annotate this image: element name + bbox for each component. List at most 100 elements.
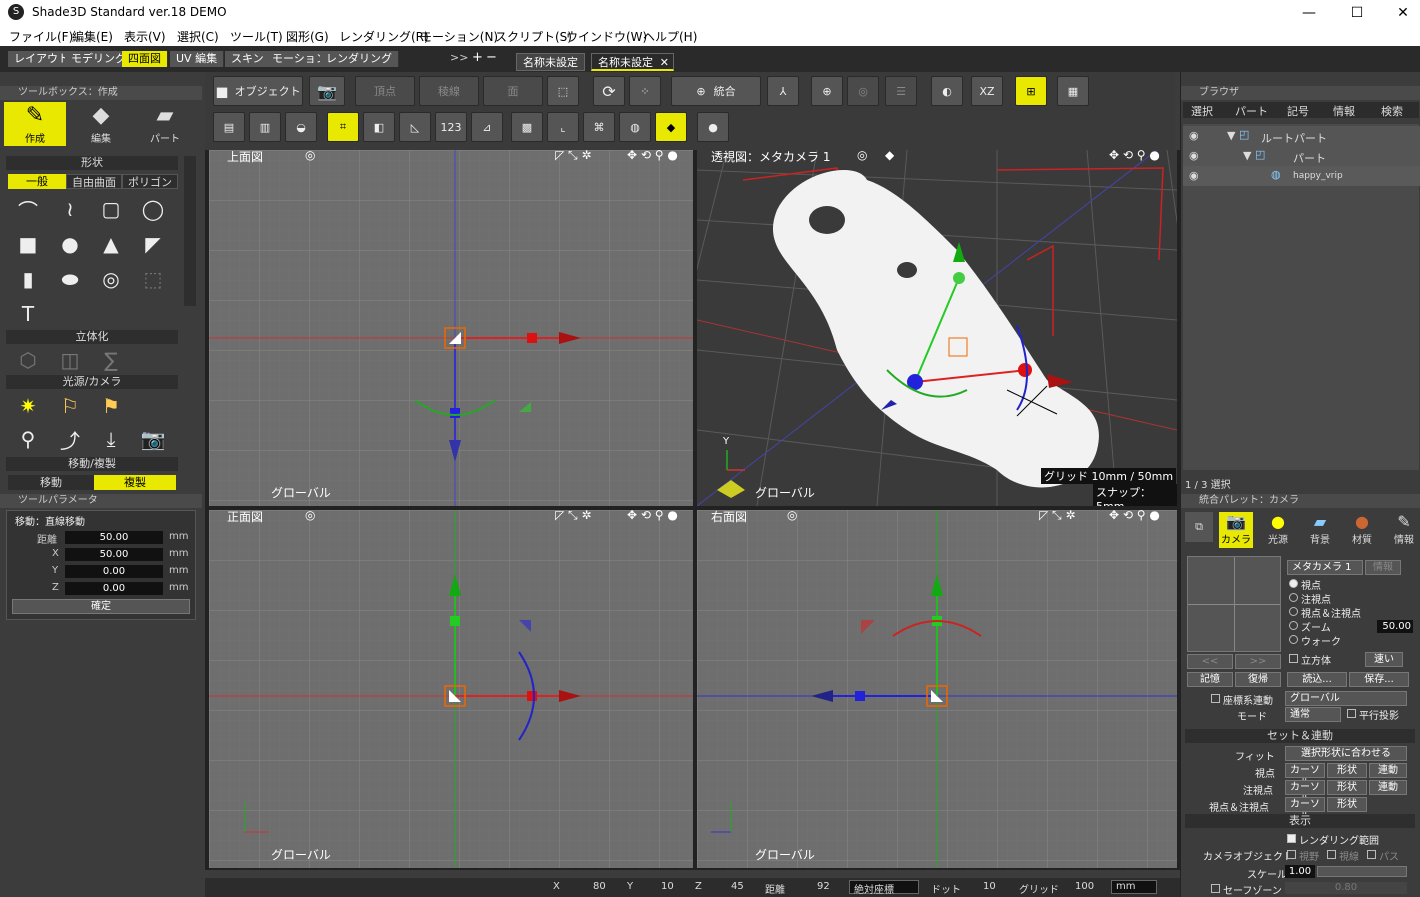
memorize-button[interactable]: 記憶 (1187, 672, 1233, 687)
mode-render[interactable]: レンダリング (320, 51, 399, 67)
viewport-perspective[interactable]: 透視図：メタカメラ 1 ◎ ◆ ✥ ⟲ ⚲ ● Y グローバル グリッド 10m… (697, 150, 1177, 506)
menu-window[interactable]: ウインドウ(W) (566, 28, 647, 45)
radio-both[interactable] (1289, 607, 1298, 616)
radio-viewpoint[interactable] (1289, 579, 1298, 588)
mode-uv[interactable]: UV 編集 (170, 51, 225, 67)
tab-move[interactable]: 移動 (8, 475, 94, 490)
target-shape-button[interactable]: 形状 (1327, 780, 1367, 795)
view-target-icon[interactable]: ◎ (305, 510, 315, 522)
render-preview-button[interactable]: ● (697, 112, 729, 142)
confirm-button[interactable]: 確定 (12, 599, 190, 614)
tree-row-part[interactable]: ◉ ▼ ◰ パート (1183, 146, 1420, 166)
plane-icon[interactable]: ◤ (139, 230, 167, 258)
viewport-top[interactable]: 上面図 ◎ ◸ ⤡ ✲ ✥ ⟲ ⚲ ● グローバル (209, 150, 693, 506)
param-distance-field[interactable]: 50.00 (65, 531, 163, 544)
menu-help[interactable]: ヘルプ(H) (643, 28, 697, 45)
angle-snap-button[interactable]: ◺ (399, 112, 431, 142)
view-controls-icon[interactable]: ◸ ⤡ ✲ (555, 150, 592, 163)
browser-tab-select[interactable]: 選択 (1191, 103, 1213, 119)
open-curve-icon[interactable]: ≀ (56, 195, 84, 223)
toolbox-scrollbar[interactable] (184, 156, 196, 306)
safe-zone-slider[interactable]: 0.80 (1285, 882, 1407, 894)
scatter-button[interactable]: ⁘ (629, 76, 661, 106)
navigate-icons[interactable]: ✥ ⟲ ⚲ ● (627, 150, 678, 162)
sightline-checkbox[interactable] (1327, 850, 1336, 859)
browser-tab-symbol[interactable]: 記号 (1287, 103, 1309, 119)
closed-curve-icon[interactable]: ⌒ (14, 195, 42, 223)
menu-shape[interactable]: 図形(G) (286, 28, 329, 45)
area-light-icon[interactable]: ⚑ (97, 392, 125, 420)
capsule-icon[interactable]: ⬬ (56, 265, 84, 293)
coord-select[interactable]: グローバル (1285, 691, 1407, 706)
safe-zone-checkbox[interactable] (1211, 884, 1220, 893)
maximize-button[interactable]: ☐ (1334, 2, 1380, 24)
doc-close-icon[interactable]: ✕ (660, 54, 669, 72)
palette-camera-obj-icon[interactable]: ⧉ (1185, 512, 1213, 542)
menu-edit[interactable]: 編集(E) (72, 28, 113, 45)
cube-snap-button[interactable]: ◧ (363, 112, 395, 142)
shading-button[interactable]: ◆ (655, 112, 687, 142)
tab-part[interactable]: ▰ パート (134, 102, 196, 146)
mode-add-button[interactable]: + (472, 50, 483, 65)
tab-duplicate[interactable]: 複製 (94, 475, 176, 490)
spotlight-icon[interactable]: ⚐ (56, 392, 84, 420)
view-controls-icon[interactable]: ◸ ⤡ ✲ (555, 510, 592, 523)
scale-slider[interactable] (1317, 866, 1407, 877)
palette-tab-material[interactable]: ● 材質 (1345, 512, 1379, 548)
cylinder-view-button[interactable]: ▥ (249, 112, 281, 142)
speed-select[interactable]: 速い (1365, 652, 1403, 667)
view-controls-icon[interactable]: ◸ ⤡ ✲ (1039, 510, 1076, 523)
menu-render[interactable]: レンダリング(R) (339, 28, 429, 45)
unify-button[interactable]: ⊕ 統合 (671, 76, 761, 106)
camera-next-button[interactable]: >> (1235, 654, 1281, 669)
mode-skin[interactable]: スキン (225, 51, 271, 67)
palette-tab-light[interactable]: ● 光源 (1261, 512, 1295, 548)
point-light-icon[interactable]: ✷ (14, 392, 42, 420)
table-button[interactable]: ▤ (213, 112, 245, 142)
palette-tab-camera[interactable]: 📷 カメラ (1219, 512, 1253, 548)
sphere-icon[interactable]: ● (56, 230, 84, 258)
close-button[interactable]: ✕ (1380, 2, 1420, 24)
face-mode-button[interactable]: 面 (483, 76, 543, 106)
box-icon[interactable]: ■ (14, 230, 42, 258)
stereo-checkbox[interactable] (1289, 654, 1298, 663)
camera-preview[interactable] (1187, 556, 1281, 652)
minimize-button[interactable]: — (1286, 2, 1332, 24)
world-axis-button[interactable]: ⅄ (767, 76, 799, 106)
navigate-icons[interactable]: ✥ ⟲ ⚲ ● (1109, 150, 1160, 162)
extrude-icon[interactable]: ⬡ (14, 346, 42, 374)
scale-field[interactable]: 1.00 (1285, 865, 1315, 878)
fov-checkbox[interactable] (1287, 850, 1296, 859)
viewpoint-link-button[interactable]: 連動 (1369, 763, 1407, 778)
radio-zoom[interactable] (1289, 621, 1298, 630)
browser-tab-info[interactable]: 情報 (1333, 103, 1355, 119)
xz-plane-button[interactable]: XZ (971, 76, 1003, 106)
parallel-checkbox[interactable] (1347, 709, 1356, 718)
display-section[interactable]: 表示 (1185, 814, 1415, 828)
radio-walk[interactable] (1289, 635, 1298, 644)
sphere-mesh-button[interactable]: ◍ (619, 112, 651, 142)
target-button[interactable]: ◎ (847, 76, 879, 106)
load-button[interactable]: 読込... (1287, 672, 1347, 687)
mode-four-view[interactable]: 四面図 (122, 51, 168, 67)
navigate-icons[interactable]: ✥ ⟲ ⚲ ● (1109, 510, 1160, 522)
rectangle-icon[interactable]: ▢ (97, 195, 125, 223)
rotate-button[interactable]: ⟳ (593, 76, 625, 106)
revolve-icon[interactable]: ◫ (56, 346, 84, 374)
text-icon[interactable]: T (14, 300, 42, 328)
tree-row-root[interactable]: ◉ ▼ ◰ ルートパート (1183, 126, 1420, 146)
coord-mode-select[interactable]: 絶対座標 (849, 880, 919, 896)
eye-icon[interactable]: ◉ (1189, 169, 1199, 182)
unit-select[interactable]: mm (1111, 880, 1157, 894)
select-box-button[interactable]: ⬚ (547, 76, 579, 106)
ruler-button[interactable]: ⊿ (471, 112, 503, 142)
directional-light-icon[interactable]: ⤓ (97, 425, 125, 453)
browser-tab-search[interactable]: 検索 (1381, 103, 1403, 119)
menu-motion[interactable]: モーション(N) (420, 28, 498, 45)
tab-create[interactable]: ✎ 作成 (4, 102, 66, 146)
subtab-polygon[interactable]: ポリゴン (122, 174, 178, 189)
view-target-icon[interactable]: ◎ (305, 150, 315, 162)
expand-icon[interactable]: ▼ (1243, 149, 1251, 162)
menu-script[interactable]: スクリプト(S) (495, 28, 572, 45)
render-range-checkbox[interactable] (1287, 834, 1296, 843)
